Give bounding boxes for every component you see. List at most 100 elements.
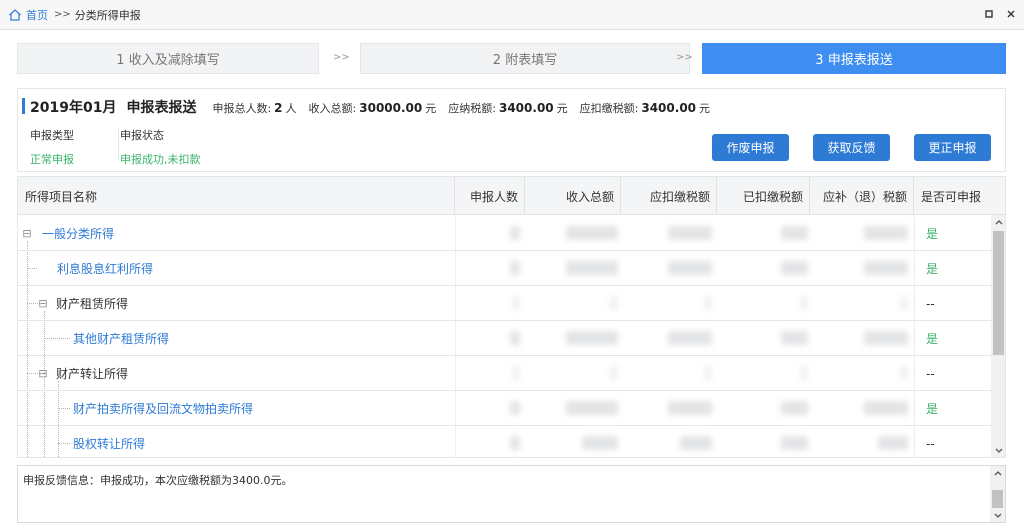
row-name[interactable]: 财产拍卖所得及回流文物拍卖所得 [73,400,253,417]
row-name[interactable]: 其他财产租赁所得 [73,330,169,347]
correct-button[interactable]: 更正申报 [914,134,991,161]
table-row[interactable]: 股权转让所得 -- [18,426,991,457]
summary-line: 2019年01月 申报表报送 申报总人数: 2 人 收入总额: 30000.00… [30,97,722,117]
period: 2019年01月 [30,100,117,116]
masked-value [510,436,520,450]
row-name-cell[interactable]: ⊟ 财产转让所得 [18,356,455,391]
masked-value [582,436,618,450]
masked-value [510,401,520,415]
people-unit: 人 [285,102,297,115]
table-row[interactable]: ⊟ 财产转让所得 -- [18,356,991,391]
col-header-name[interactable]: 所得项目名称 [18,177,455,215]
masked-value [900,366,908,380]
status-label: 申报状态 [120,129,164,142]
step-income-deduction[interactable]: 1 收入及减除填写 [17,43,319,74]
masked-value [864,261,908,275]
step-label: 1 收入及减除填写 [116,53,220,68]
row-name-cell[interactable]: 利息股息红利所得 [18,251,455,286]
scrollbar-thumb[interactable] [992,490,1003,508]
declaration-status: 申报状态 申报成功,未扣款 [120,127,201,167]
row-name[interactable]: 利息股息红利所得 [57,260,153,277]
get-feedback-button[interactable]: 获取反馈 [813,134,890,161]
masked-value [610,296,618,310]
table-scrollbar[interactable] [991,215,1005,457]
feedback-textarea[interactable]: 申报反馈信息：申报成功，本次应缴税额为3400.0元。 [17,465,1006,523]
masked-value [800,366,808,380]
close-icon[interactable] [1006,8,1016,20]
row-name[interactable]: 财产租赁所得 [56,295,128,312]
row-name-cell[interactable]: 股权转让所得 [18,426,455,457]
col-header-refund[interactable]: 应补（退）税额 [810,177,914,215]
table-row[interactable]: 其他财产租赁所得 是 [18,321,991,356]
step-arrow: >> [676,52,693,63]
masked-value [704,296,712,310]
can-declare-status: -- [926,296,935,311]
table-row[interactable]: 财产拍卖所得及回流文物拍卖所得 是 [18,391,991,426]
people-label: 申报总人数: [212,102,272,115]
tax-due-value: 3400.00 [498,101,554,115]
masked-value [566,261,618,275]
masked-value [668,331,712,345]
col-header-income[interactable]: 收入总额 [525,177,621,215]
row-name-cell[interactable]: ⊟ 一般分类所得 [18,216,455,251]
breadcrumb-home[interactable]: 首页 [26,7,48,23]
table-row[interactable]: ⊟ 一般分类所得 是 [18,216,991,251]
masked-value [512,296,520,310]
masked-value [566,331,618,345]
declaration-type: 申报类型 正常申报 [30,127,74,167]
can-declare-status: -- [926,436,935,451]
void-button[interactable]: 作废申报 [712,134,789,161]
can-declare-status: 是 [926,227,939,241]
row-name-cell[interactable]: 其他财产租赁所得 [18,321,455,356]
feedback-scrollbar[interactable] [990,466,1005,522]
col-header-withheld[interactable]: 已扣缴税额 [717,177,810,215]
tax-due-unit: 元 [556,102,568,115]
col-header-tax-due[interactable]: 应扣缴税额 [621,177,717,215]
row-name-cell[interactable]: ⊟ 财产租赁所得 [18,286,455,321]
step-submit[interactable]: 3 申报表报送 [702,43,1006,74]
masked-value [510,261,520,275]
title-bar: 首页 >> 分类所得申报 [0,0,1024,30]
collapse-toggle-icon[interactable]: ⊟ [36,297,50,310]
masked-value [781,226,808,240]
home-icon[interactable] [8,8,22,22]
scroll-up-icon[interactable] [990,466,1005,480]
scroll-up-icon[interactable] [991,215,1005,229]
masked-value [512,366,520,380]
breadcrumb-current: 分类所得申报 [74,8,141,22]
scrollbar-thumb[interactable] [993,231,1004,355]
table-row[interactable]: ⊟ 财产租赁所得 -- [18,286,991,321]
masked-value [610,366,618,380]
feedback-message: 申报反馈信息：申报成功，本次应缴税额为3400.0元。 [23,474,293,487]
col-header-count[interactable]: 申报人数 [455,177,525,215]
income-value: 30000.00 [359,101,423,115]
col-header-can-declare[interactable]: 是否可申报 [914,177,1005,215]
masked-value [704,366,712,380]
masked-value [864,401,908,415]
table-header: 所得项目名称 申报人数 收入总额 应扣缴税额 已扣缴税额 应补（退）税额 是否可… [18,177,1005,215]
table-row[interactable]: 利息股息红利所得 是 [18,251,991,286]
masked-value [864,331,908,345]
type-value: 正常申报 [30,153,74,166]
accent-bar [22,98,25,114]
income-label: 收入总额: [308,102,357,115]
scroll-down-icon[interactable] [991,443,1005,457]
row-name[interactable]: 股权转让所得 [73,435,145,452]
row-name-cell[interactable]: 财产拍卖所得及回流文物拍卖所得 [18,391,455,426]
restore-icon[interactable] [984,8,994,20]
scroll-down-icon[interactable] [990,508,1005,522]
masked-value [781,436,808,450]
row-name[interactable]: 财产转让所得 [56,365,128,382]
step-schedule[interactable]: 2 附表填写 [360,43,690,74]
collapse-toggle-icon[interactable]: ⊟ [20,227,34,240]
step-label: 3 申报表报送 [815,53,893,68]
row-name[interactable]: 一般分类所得 [42,225,114,242]
withhold-label: 应扣缴税额: [579,102,639,115]
masked-value [510,331,520,345]
masked-value [668,401,712,415]
withhold-value: 3400.00 [641,101,697,115]
masked-value [781,401,808,415]
collapse-toggle-icon[interactable]: ⊟ [36,367,50,380]
masked-value [668,226,712,240]
masked-value [878,436,908,450]
